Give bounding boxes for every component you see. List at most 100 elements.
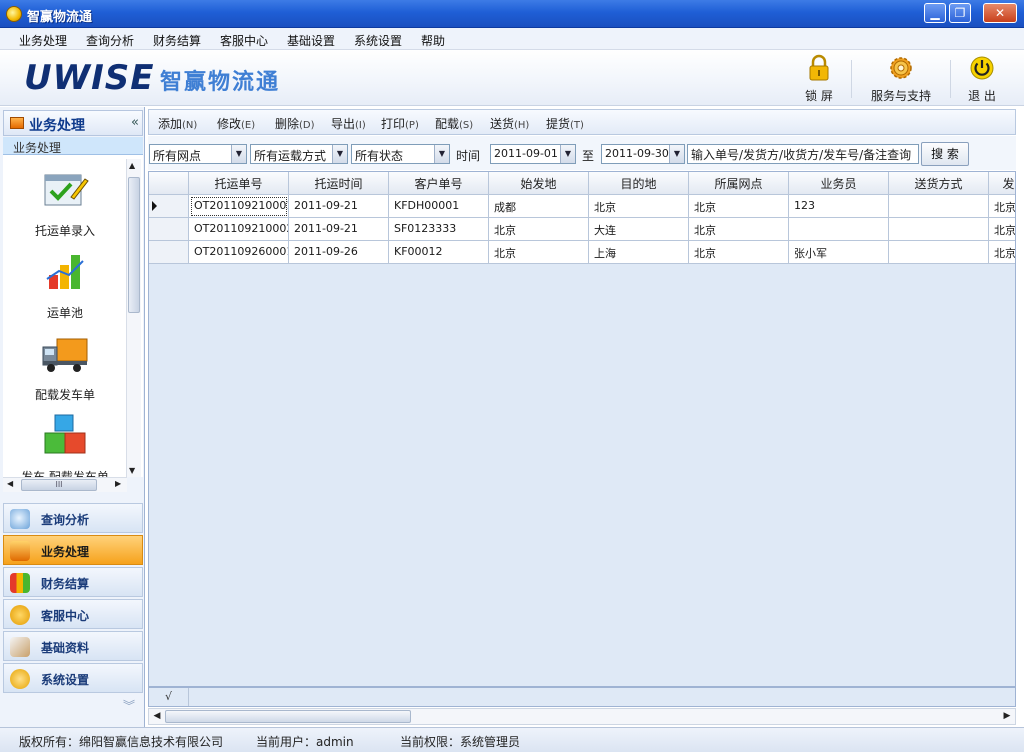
delivery-button[interactable]: 送货(H)	[490, 115, 529, 132]
function-list-scrollbar[interactable]: ▲ ▼	[126, 159, 141, 477]
search-input[interactable]	[687, 144, 919, 164]
table-cell[interactable]: KF00012	[389, 241, 489, 264]
table-cell[interactable]: 北京	[489, 218, 589, 241]
scroll-down-icon[interactable]: ▼	[129, 466, 135, 475]
transport-select[interactable]: 所有运载方式 ▼	[250, 144, 348, 164]
stowage-button[interactable]: 配载(S)	[435, 115, 473, 132]
hscroll-thumb[interactable]: III	[21, 479, 97, 491]
item-waybill-pool[interactable]: 运单池	[3, 249, 127, 321]
table-cell[interactable]: 上海	[589, 241, 689, 264]
table-cell[interactable]: 2011-09-21	[289, 218, 389, 241]
table-cell[interactable]: KFDH00001	[389, 195, 489, 218]
table-cell[interactable]: 北京	[489, 241, 589, 264]
table-cell[interactable]	[889, 218, 989, 241]
table-cell[interactable]: 2011-09-21	[289, 195, 389, 218]
scroll-right-icon[interactable]: ▶	[999, 709, 1015, 724]
menu-help[interactable]: 帮助	[421, 32, 445, 49]
date-from-picker[interactable]: 2011-09-01 ▼	[490, 144, 576, 164]
edit-button[interactable]: 修改(E)	[217, 115, 255, 132]
add-button[interactable]: 添加(N)	[158, 115, 197, 132]
nav-expand-more[interactable]: ︾	[3, 697, 143, 723]
table-cell[interactable]: 北京	[989, 241, 1015, 264]
table-cell[interactable]: 北京	[689, 195, 789, 218]
table-hscrollbar[interactable]: ◀ ▶	[148, 708, 1016, 725]
support-button[interactable]: 服务与支持	[866, 54, 936, 104]
column-header[interactable]: 送货方式	[889, 172, 989, 195]
scroll-left-icon[interactable]: ◀	[7, 479, 13, 488]
scroll-up-icon[interactable]: ▲	[129, 161, 135, 170]
exit-button[interactable]: 退 出	[962, 54, 1002, 104]
nav-business[interactable]: 业务处理	[3, 535, 143, 565]
row-indicator[interactable]	[149, 241, 189, 264]
status-select[interactable]: 所有状态 ▼	[351, 144, 450, 164]
table-cell[interactable]: OT201109210001	[189, 195, 289, 218]
column-header[interactable]: 目的地	[589, 172, 689, 195]
table-cell[interactable]: 北京	[989, 218, 1015, 241]
table-cell[interactable]: SF0123333	[389, 218, 489, 241]
scroll-left-icon[interactable]: ◀	[149, 709, 165, 724]
app-icon	[6, 6, 22, 22]
left-panel-header: 业务处理 «	[3, 110, 143, 136]
waybill-entry-icon	[44, 174, 89, 206]
table-cell[interactable]: 2011-09-26	[289, 241, 389, 264]
column-header[interactable]: 托运单号	[189, 172, 289, 195]
chevron-down-icon[interactable]: ▼	[332, 145, 347, 163]
scroll-right-icon[interactable]: ▶	[115, 479, 121, 488]
item-loading-dispatch[interactable]: 配载发车单	[3, 331, 127, 403]
nav-query[interactable]: 查询分析	[3, 503, 143, 533]
date-to-picker[interactable]: 2011-09-30 ▼	[601, 144, 685, 164]
table-cell[interactable]: 北京	[689, 218, 789, 241]
menu-query[interactable]: 查询分析	[86, 32, 134, 49]
item-dispatch[interactable]: 发车 配载发车单	[3, 413, 127, 477]
minimize-button[interactable]: ▁	[924, 3, 946, 23]
chevron-down-icon[interactable]: ▼	[560, 145, 575, 163]
table-cell[interactable]: OT201109260001	[189, 241, 289, 264]
nav-system[interactable]: 系统设置	[3, 663, 143, 693]
nav-basic-data[interactable]: 基础资料	[3, 631, 143, 661]
close-button[interactable]: ✕	[983, 3, 1017, 23]
chevron-down-icon[interactable]: ▼	[434, 145, 449, 163]
export-button[interactable]: 导出(I)	[331, 115, 366, 132]
table-cell[interactable]: 成都	[489, 195, 589, 218]
column-header[interactable]: 业务员	[789, 172, 889, 195]
table-cell[interactable]: 北京	[589, 195, 689, 218]
menu-business[interactable]: 业务处理	[19, 32, 67, 49]
menu-finance[interactable]: 财务结算	[153, 32, 201, 49]
nav-service[interactable]: 客服中心	[3, 599, 143, 629]
scroll-thumb[interactable]	[128, 177, 140, 313]
row-indicator[interactable]	[149, 218, 189, 241]
table-cell[interactable]: 北京	[689, 241, 789, 264]
nav-finance[interactable]: 财务结算	[3, 567, 143, 597]
table-cell[interactable]: 北京	[989, 195, 1015, 218]
table-cell[interactable]: OT201109210002	[189, 218, 289, 241]
lock-screen-button[interactable]: 锁 屏	[796, 54, 842, 104]
print-button[interactable]: 打印(P)	[381, 115, 419, 132]
pickup-button[interactable]: 提货(T)	[546, 115, 584, 132]
column-header[interactable]: 始发地	[489, 172, 589, 195]
item-waybill-entry[interactable]: 托运单录入	[3, 167, 127, 239]
collapse-panel-button[interactable]: «	[131, 115, 139, 130]
table-cell[interactable]	[789, 218, 889, 241]
hscroll-thumb[interactable]	[165, 710, 411, 723]
maximize-button[interactable]: ❐	[949, 3, 971, 23]
table-cell[interactable]: 123	[789, 195, 889, 218]
chevron-down-icon[interactable]: ▼	[669, 145, 684, 163]
table-cell[interactable]	[889, 241, 989, 264]
nav-label: 查询分析	[41, 513, 90, 527]
delete-button[interactable]: 删除(D)	[275, 115, 315, 132]
menu-basic-settings[interactable]: 基础设置	[287, 32, 335, 49]
search-button[interactable]: 搜 索	[921, 142, 969, 166]
chevron-down-icon[interactable]: ▼	[231, 145, 246, 163]
column-header[interactable]: 发	[989, 172, 1015, 195]
table-cell[interactable]	[889, 195, 989, 218]
column-header[interactable]: 托运时间	[289, 172, 389, 195]
menu-service[interactable]: 客服中心	[220, 32, 268, 49]
table-cell[interactable]: 大连	[589, 218, 689, 241]
column-header[interactable]: 客户单号	[389, 172, 489, 195]
column-header[interactable]: 所属网点	[689, 172, 789, 195]
row-indicator[interactable]	[149, 195, 189, 218]
function-list-hscrollbar[interactable]: ◀ III ▶	[3, 477, 127, 492]
table-cell[interactable]: 张小军	[789, 241, 889, 264]
branch-select[interactable]: 所有网点 ▼	[149, 144, 247, 164]
menu-system-settings[interactable]: 系统设置	[354, 32, 402, 49]
